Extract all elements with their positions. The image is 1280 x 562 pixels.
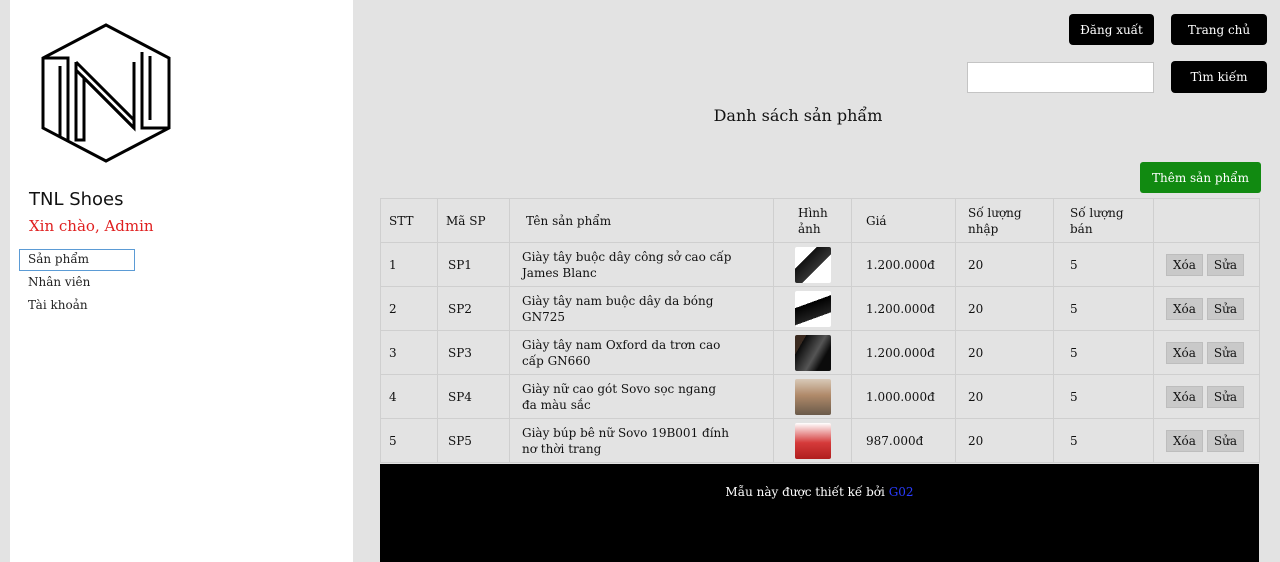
tnl-logo bbox=[41, 23, 171, 163]
search-input[interactable] bbox=[967, 62, 1154, 93]
cell-stt: 5 bbox=[380, 418, 438, 463]
cell-code: SP2 bbox=[437, 286, 510, 331]
delete-button[interactable]: Xóa bbox=[1166, 341, 1203, 364]
table-row: 5 SP5 Giày búp bê nữ Sovo 19B001 đính nơ… bbox=[380, 418, 1260, 463]
product-image bbox=[794, 290, 831, 327]
column-header: Giá bbox=[851, 198, 956, 243]
cell-price: 987.000đ bbox=[851, 418, 956, 463]
delete-button[interactable]: Xóa bbox=[1166, 297, 1203, 320]
cell-name: Giày búp bê nữ Sovo 19B001 đính nơ thời … bbox=[509, 418, 774, 463]
footer: Mẫu này được thiết kế bởi G02 bbox=[380, 464, 1259, 562]
cell-code: SP5 bbox=[437, 418, 510, 463]
column-header: STT bbox=[380, 198, 438, 243]
column-header: Hình ảnh bbox=[773, 198, 852, 243]
page-title: Danh sách sản phẩm bbox=[713, 106, 883, 125]
delete-button[interactable]: Xóa bbox=[1166, 385, 1203, 408]
cell-qty-in: 20 bbox=[955, 330, 1054, 375]
table-row: 3 SP3 Giày tây nam Oxford da trơn cao cấ… bbox=[380, 330, 1260, 375]
product-image bbox=[794, 378, 831, 415]
cell-price: 1.200.000đ bbox=[851, 286, 956, 331]
table-row: 1 SP1 Giày tây buộc dây công sở cao cấp … bbox=[380, 242, 1260, 287]
logout-button[interactable]: Đăng xuất bbox=[1069, 14, 1154, 45]
cell-qty-sold: 5 bbox=[1053, 330, 1154, 375]
brand-name: TNL Shoes bbox=[29, 189, 124, 210]
edit-button[interactable]: Sửa bbox=[1206, 297, 1245, 320]
table-header-row: STT Mã SP Tên sản phẩm Hình ảnh Giá Số l… bbox=[380, 198, 1260, 243]
cell-code: SP3 bbox=[437, 330, 510, 375]
sidebar-item-products[interactable]: Sản phẩm bbox=[19, 249, 135, 271]
cell-stt: 4 bbox=[380, 374, 438, 419]
cell-qty-in: 20 bbox=[955, 418, 1054, 463]
cell-code: SP1 bbox=[437, 242, 510, 287]
cell-stt: 3 bbox=[380, 330, 438, 375]
cell-stt: 1 bbox=[380, 242, 438, 287]
product-table: STT Mã SP Tên sản phẩm Hình ảnh Giá Số l… bbox=[380, 198, 1260, 463]
table-row: 2 SP2 Giày tây nam buộc dây da bóng GN72… bbox=[380, 286, 1260, 331]
cell-stt: 2 bbox=[380, 286, 438, 331]
delete-button[interactable]: Xóa bbox=[1166, 253, 1203, 276]
footer-text: Mẫu này được thiết kế bởi bbox=[725, 485, 885, 499]
cell-price: 1.000.000đ bbox=[851, 374, 956, 419]
sidebar-nav: Sản phẩm Nhân viên Tài khoản bbox=[19, 249, 319, 317]
cell-price: 1.200.000đ bbox=[851, 330, 956, 375]
cell-name: Giày tây nam Oxford da trơn cao cấp GN66… bbox=[509, 330, 774, 375]
edit-button[interactable]: Sửa bbox=[1206, 429, 1245, 452]
column-header: Số lượng bán bbox=[1053, 198, 1154, 243]
delete-button[interactable]: Xóa bbox=[1166, 429, 1203, 452]
sidebar-item-accounts[interactable]: Tài khoản bbox=[19, 295, 135, 317]
column-header: Mã SP bbox=[437, 198, 510, 243]
product-image bbox=[794, 246, 831, 283]
sidebar: TNL Shoes Xin chào, Admin Sản phẩm Nhân … bbox=[10, 0, 353, 562]
edit-button[interactable]: Sửa bbox=[1206, 341, 1245, 364]
sidebar-item-employees[interactable]: Nhân viên bbox=[19, 272, 135, 294]
cell-code: SP4 bbox=[437, 374, 510, 419]
cell-name: Giày nữ cao gót Sovo sọc ngang đa màu sắ… bbox=[509, 374, 774, 419]
home-button[interactable]: Trang chủ bbox=[1171, 14, 1267, 45]
cell-qty-sold: 5 bbox=[1053, 374, 1154, 419]
footer-link[interactable]: G02 bbox=[889, 485, 914, 499]
column-header: Tên sản phẩm bbox=[509, 198, 774, 243]
cell-name: Giày tây buộc dây công sở cao cấp James … bbox=[509, 242, 774, 287]
cell-qty-sold: 5 bbox=[1053, 418, 1154, 463]
greeting-text: Xin chào, Admin bbox=[29, 217, 154, 235]
cell-name: Giày tây nam buộc dây da bóng GN725 bbox=[509, 286, 774, 331]
edit-button[interactable]: Sửa bbox=[1206, 253, 1245, 276]
cell-qty-in: 20 bbox=[955, 374, 1054, 419]
cell-qty-sold: 5 bbox=[1053, 242, 1154, 287]
product-image bbox=[794, 422, 831, 459]
search-button[interactable]: Tìm kiếm bbox=[1171, 61, 1267, 93]
cell-qty-sold: 5 bbox=[1053, 286, 1154, 331]
cell-qty-in: 20 bbox=[955, 286, 1054, 331]
add-product-button[interactable]: Thêm sản phẩm bbox=[1140, 162, 1261, 193]
column-header: Số lượng nhập bbox=[955, 198, 1054, 243]
cell-qty-in: 20 bbox=[955, 242, 1054, 287]
product-image bbox=[794, 334, 831, 371]
column-header bbox=[1153, 198, 1260, 243]
edit-button[interactable]: Sửa bbox=[1206, 385, 1245, 408]
cell-price: 1.200.000đ bbox=[851, 242, 956, 287]
table-row: 4 SP4 Giày nữ cao gót Sovo sọc ngang đa … bbox=[380, 374, 1260, 419]
